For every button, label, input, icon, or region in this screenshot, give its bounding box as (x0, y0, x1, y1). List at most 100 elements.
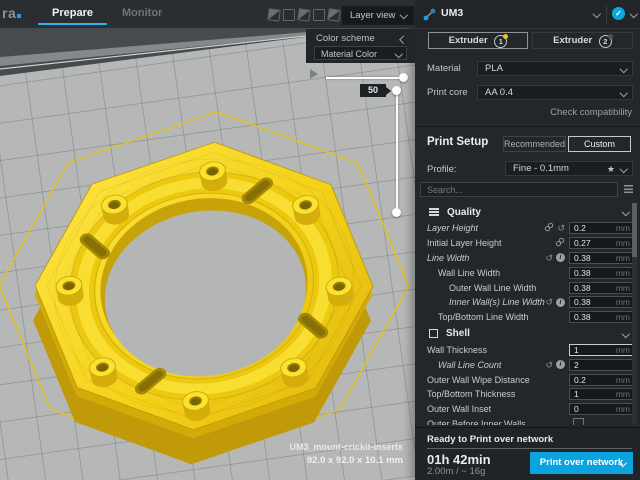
connection-dropdown-icon[interactable] (630, 10, 638, 18)
layer-slider-top-handle[interactable] (392, 86, 401, 95)
setting-row: Top/Bottom Line Width0.38mm (415, 310, 640, 325)
search-input[interactable] (420, 182, 618, 197)
info-icon[interactable]: i (556, 298, 565, 307)
material-color-dot (503, 34, 508, 39)
view-top-icon[interactable] (297, 8, 311, 22)
setting-value-field[interactable]: 1mm (569, 344, 635, 356)
tab-extruder-2[interactable]: Extruder 2 (532, 32, 633, 49)
divider (415, 126, 640, 127)
check-compatibility-link[interactable]: Check compatibility (550, 107, 632, 118)
material-label: Material (427, 63, 461, 74)
unit-label: mm (616, 404, 630, 414)
setting-value-field[interactable]: 0.38mm (569, 267, 635, 279)
setting-row: Wall Thickness1mm (415, 343, 640, 358)
tab-monitor[interactable]: Monitor (122, 0, 162, 26)
unit-label: mm (616, 297, 630, 307)
setting-value-field[interactable]: 2 (569, 359, 635, 371)
setting-value-field[interactable]: 0.38mm (569, 311, 635, 323)
layer-slider-bottom-handle[interactable] (392, 208, 401, 217)
printer-name: UM3 (441, 7, 463, 19)
color-scheme-dropdown[interactable]: Material Color (314, 46, 407, 60)
chevron-down-icon (394, 50, 402, 58)
setting-row: Outer Wall Wipe Distance0.2mm (415, 372, 640, 387)
model-name: UM3_mount-crickit-inserts (289, 440, 403, 454)
collapse-icon[interactable] (399, 36, 407, 44)
material-color-dot (608, 34, 613, 39)
mode-recommended-button[interactable]: Recommended (503, 136, 566, 152)
layer-slider-track[interactable] (396, 90, 398, 213)
logo-dot (17, 14, 21, 18)
model-dimensions: 92.0 x 92.0 x 10.1 mm (289, 454, 403, 468)
chevron-down-icon (399, 11, 407, 19)
tab-prepare[interactable]: Prepare (52, 0, 93, 26)
connection-check-icon[interactable]: ✓ (612, 7, 625, 20)
setting-value-field[interactable]: 0.38mm (569, 296, 635, 308)
divider (606, 5, 607, 23)
path-slider-handle[interactable] (399, 73, 408, 82)
settings-section-header[interactable]: Quality (415, 203, 640, 221)
setting-row: Outer Before Inner Walls (415, 417, 640, 425)
setting-value-field[interactable]: 0.38mm (569, 282, 635, 294)
info-icon[interactable]: i (556, 360, 565, 369)
extruder-number-badge: 2 (599, 35, 612, 48)
material-dropdown[interactable]: PLA (477, 61, 633, 76)
quality-icon (429, 208, 439, 210)
material-usage: 2.00m / ~ 16g (427, 466, 485, 477)
unit-label: mm (616, 345, 630, 355)
color-scheme-panel: Color scheme Material Color (306, 29, 415, 63)
view-right-icon[interactable] (327, 8, 341, 22)
extruder-number-badge: 1 (494, 35, 507, 48)
mode-custom-button[interactable]: Custom (568, 136, 631, 152)
top-bar: ra Prepare Monitor Layer view (0, 0, 415, 28)
setting-row: Wall Line Width0.38mm (415, 265, 640, 280)
print-time: 01h 42min (427, 452, 491, 467)
setting-row: Outer Wall Inset0mm (415, 402, 640, 417)
chevron-down-icon[interactable] (621, 208, 629, 216)
profile-dropdown[interactable]: Fine - 0.1mm ★ (505, 161, 633, 176)
revert-icon[interactable]: ↺ (545, 297, 553, 307)
color-scheme-label: Color scheme (316, 33, 375, 44)
unit-label: mm (616, 389, 630, 399)
view-left-icon[interactable] (313, 9, 325, 21)
print-core-dropdown[interactable]: AA 0.4 (477, 85, 633, 100)
scrollbar-thumb[interactable] (632, 203, 637, 257)
star-icon[interactable]: ★ (607, 163, 615, 176)
setting-value-field[interactable]: 0mm (569, 403, 635, 415)
info-icon[interactable]: i (556, 253, 565, 262)
setting-value-field[interactable]: 0.2mm (569, 374, 635, 386)
tab-extruder-1[interactable]: Extruder 1 (428, 32, 528, 49)
chevron-down-icon[interactable] (621, 330, 629, 338)
revert-icon[interactable]: ↺ (545, 360, 553, 370)
setting-value-field[interactable]: 0.2mm (569, 222, 635, 234)
filter-menu-icon[interactable] (624, 185, 633, 193)
link-icon[interactable] (544, 222, 554, 234)
shell-icon (429, 329, 438, 338)
viewport-3d[interactable]: ra Prepare Monitor Layer view Color sche… (0, 0, 415, 480)
revert-icon[interactable]: ↺ (557, 223, 565, 233)
play-icon[interactable] (310, 69, 318, 79)
revert-icon[interactable]: ↺ (545, 253, 553, 263)
printer-header[interactable]: UM3 ✓ (415, 0, 640, 29)
scrollbar-track[interactable] (632, 203, 637, 425)
unit-label: mm (616, 268, 630, 278)
app-logo: ra (2, 5, 21, 21)
view-mode-dropdown[interactable]: Layer view (342, 6, 414, 25)
chevron-down-icon (619, 165, 627, 173)
printer-dropdown-icon[interactable] (593, 10, 601, 18)
setting-value-field[interactable]: 0.27mm (569, 237, 635, 249)
setting-value-field[interactable]: 1mm (569, 388, 635, 400)
path-slider-track[interactable] (326, 77, 403, 79)
chevron-down-icon (619, 89, 627, 97)
cura-window: ra Prepare Monitor Layer view Color sche… (0, 0, 640, 480)
view-3d-icon[interactable] (267, 8, 281, 22)
model-3d[interactable] (0, 0, 415, 480)
setting-checkbox[interactable] (573, 418, 584, 425)
settings-section-header[interactable]: Shell (415, 325, 640, 343)
status-text: Ready to Print over network (427, 434, 553, 445)
sidebar: UM3 ✓ Extruder 1 Extruder 2 Material PLA… (415, 0, 640, 480)
unit-label: mm (616, 253, 630, 263)
view-front-icon[interactable] (283, 9, 295, 21)
print-over-network-button[interactable]: Print over network (530, 452, 633, 474)
setting-value-field[interactable]: 0.38mm (569, 252, 635, 264)
link-icon[interactable] (555, 237, 565, 249)
